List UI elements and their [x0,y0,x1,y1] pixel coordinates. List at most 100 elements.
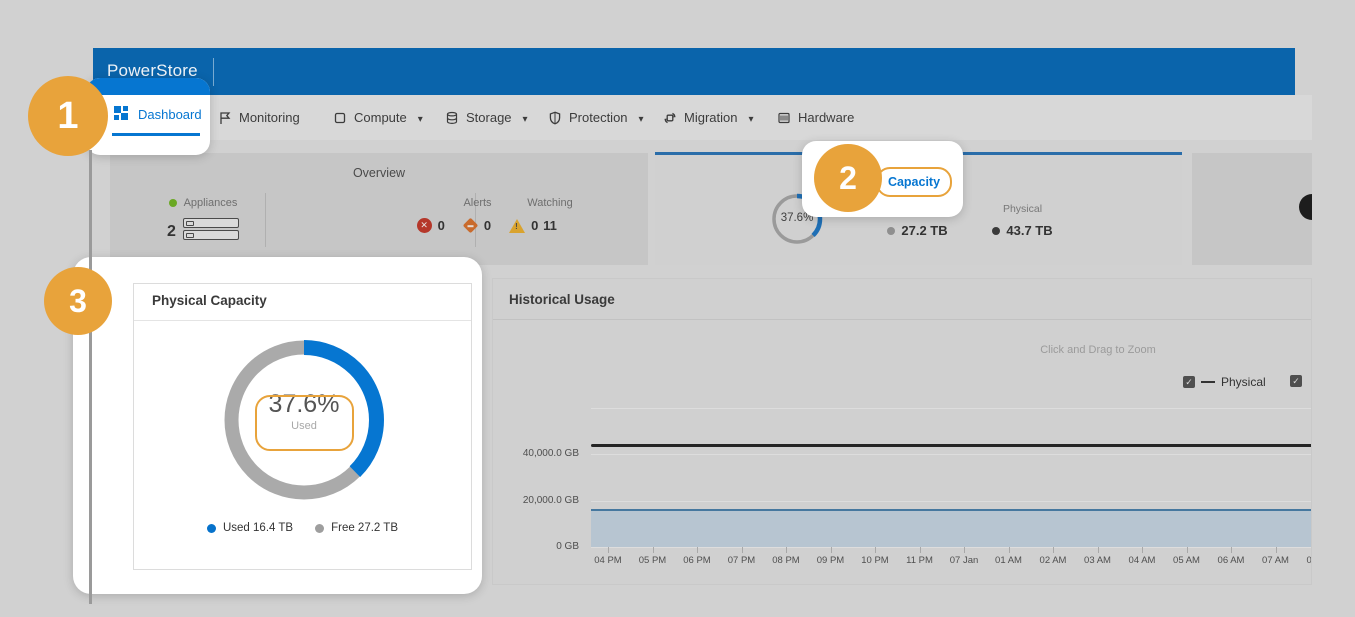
used-dot [207,524,216,533]
capacity-tab-label[interactable]: Capacity [888,175,940,189]
nav-item-dashboard[interactable]: Dashboard [114,106,202,122]
x-tick-label: 06 PM [683,555,710,566]
y-gridline [591,547,1312,548]
x-tick [1231,547,1232,553]
historical-plot[interactable]: 40,000.0 GB20,000.0 GB0 GB04 PM05 PM06 P… [493,279,1311,584]
x-tick [653,547,654,553]
page-left-edge [89,150,92,604]
nav-item-label: Compute [354,110,407,125]
health-ok-dot [169,199,177,207]
header-divider [213,58,214,86]
x-tick-label: 07 PM [728,555,755,566]
x-tick [1053,547,1054,553]
x-tick-label: 09 PM [817,555,844,566]
y-tick-label: 20,000.0 GB [493,495,579,506]
watching-count: 11 [543,218,557,233]
y-tick-label: 40,000.0 GB [493,448,579,459]
capacity-tab-outline: Capacity [876,167,952,197]
nav-item-label: Dashboard [138,107,202,122]
y-gridline [591,408,1312,409]
x-tick-label: 02 AM [1040,555,1067,566]
nav-item-monitoring[interactable]: Monitoring [218,95,300,140]
nav-item-hardware[interactable]: Hardware [777,95,854,140]
overview-summary-card[interactable]: Overview Appliances 2 Alerts ✕ 0 0 0 Wat… [110,153,648,265]
chevron-down-icon [519,110,528,125]
alerts-label: Alerts [463,197,491,209]
x-tick [964,547,965,553]
x-tick-label: 10 PM [861,555,888,566]
x-tick-label: 07 AM [1262,555,1289,566]
main-navbar: Monitoring Compute Storage Protection Mi… [93,95,1312,140]
physical-capacity-card: Physical Capacity 37.6% Used Used 16.4 T… [133,283,472,570]
selected-tab-underline [112,133,200,136]
free-dot [887,227,895,235]
watching-summary: Watching 11 [495,197,605,233]
physical-label: Physical [1003,203,1042,215]
used-series-area [591,509,1312,547]
x-tick [920,547,921,553]
legend-label: Used 16.4 TB [223,522,293,534]
x-tick [697,547,698,553]
percent-annotation-outline [255,395,354,451]
x-tick-label: 04 AM [1129,555,1156,566]
physical-series-line [591,444,1312,447]
x-tick [1098,547,1099,553]
spotlight-physical-capacity: Physical Capacity 37.6% Used Used 16.4 T… [73,257,482,594]
y-gridline [591,501,1312,502]
x-tick [1276,547,1277,553]
header-bar-fragment [86,78,210,95]
nav-item-label: Protection [569,110,628,125]
nav-item-migration[interactable]: Migration [663,95,754,140]
nav-item-protection[interactable]: Protection [548,95,644,140]
x-tick-label: 01 AM [995,555,1022,566]
migration-icon [663,111,677,125]
partial-gauge [1299,194,1312,220]
x-tick [786,547,787,553]
nav-item-storage[interactable]: Storage [445,95,528,140]
capacity-physical: Physical 43.7 TB [975,203,1070,238]
critical-count: 0 [438,218,445,233]
x-tick [1142,547,1143,553]
x-tick [608,547,609,553]
x-tick [831,547,832,553]
appliances-label: Appliances [184,197,238,209]
appliance-icon [183,218,239,245]
database-icon [445,111,459,125]
overview-title: Overview [110,166,648,180]
x-tick [1009,547,1010,553]
x-tick-label: 07 Jan [950,555,979,566]
callout-2: 2 [814,144,882,212]
nav-item-label: Storage [466,110,512,125]
physical-value: 43.7 TB [1006,223,1052,238]
nav-item-compute[interactable]: Compute [333,95,423,140]
critical-alert-icon: ✕ [417,218,432,233]
legend-item-free[interactable]: Free 27.2 TB [315,522,398,534]
divider [134,320,471,321]
legend-item-used[interactable]: Used 16.4 TB [207,522,293,534]
legend-label: Free 27.2 TB [331,522,398,534]
compute-icon [333,111,347,125]
nav-item-label: Monitoring [239,110,300,125]
historical-usage-panel: Historical Usage Click and Drag to Zoom … [492,278,1312,585]
x-tick [1187,547,1188,553]
appliances-count: 2 [167,223,176,241]
callout-1: 1 [28,76,108,156]
y-tick-label: 0 GB [493,541,579,552]
shield-icon [548,111,562,125]
callout-3: 3 [44,267,112,335]
dashboard-icon [114,106,130,122]
physical-capacity-title: Physical Capacity [152,293,267,308]
flag-icon [218,111,232,125]
x-tick-label: 11 PM [906,555,933,566]
free-value: 27.2 TB [901,223,947,238]
chevron-down-icon [414,110,423,125]
nav-item-label: Migration [684,110,737,125]
x-tick-label: 08 AM [1307,555,1312,566]
x-tick-label: 03 AM [1084,555,1111,566]
y-gridline [591,454,1312,455]
physical-dot [992,227,1000,235]
chevron-down-icon [635,110,644,125]
chevron-down-icon [744,110,753,125]
next-summary-card-clipped [1192,153,1312,265]
x-tick-label: 08 PM [772,555,799,566]
